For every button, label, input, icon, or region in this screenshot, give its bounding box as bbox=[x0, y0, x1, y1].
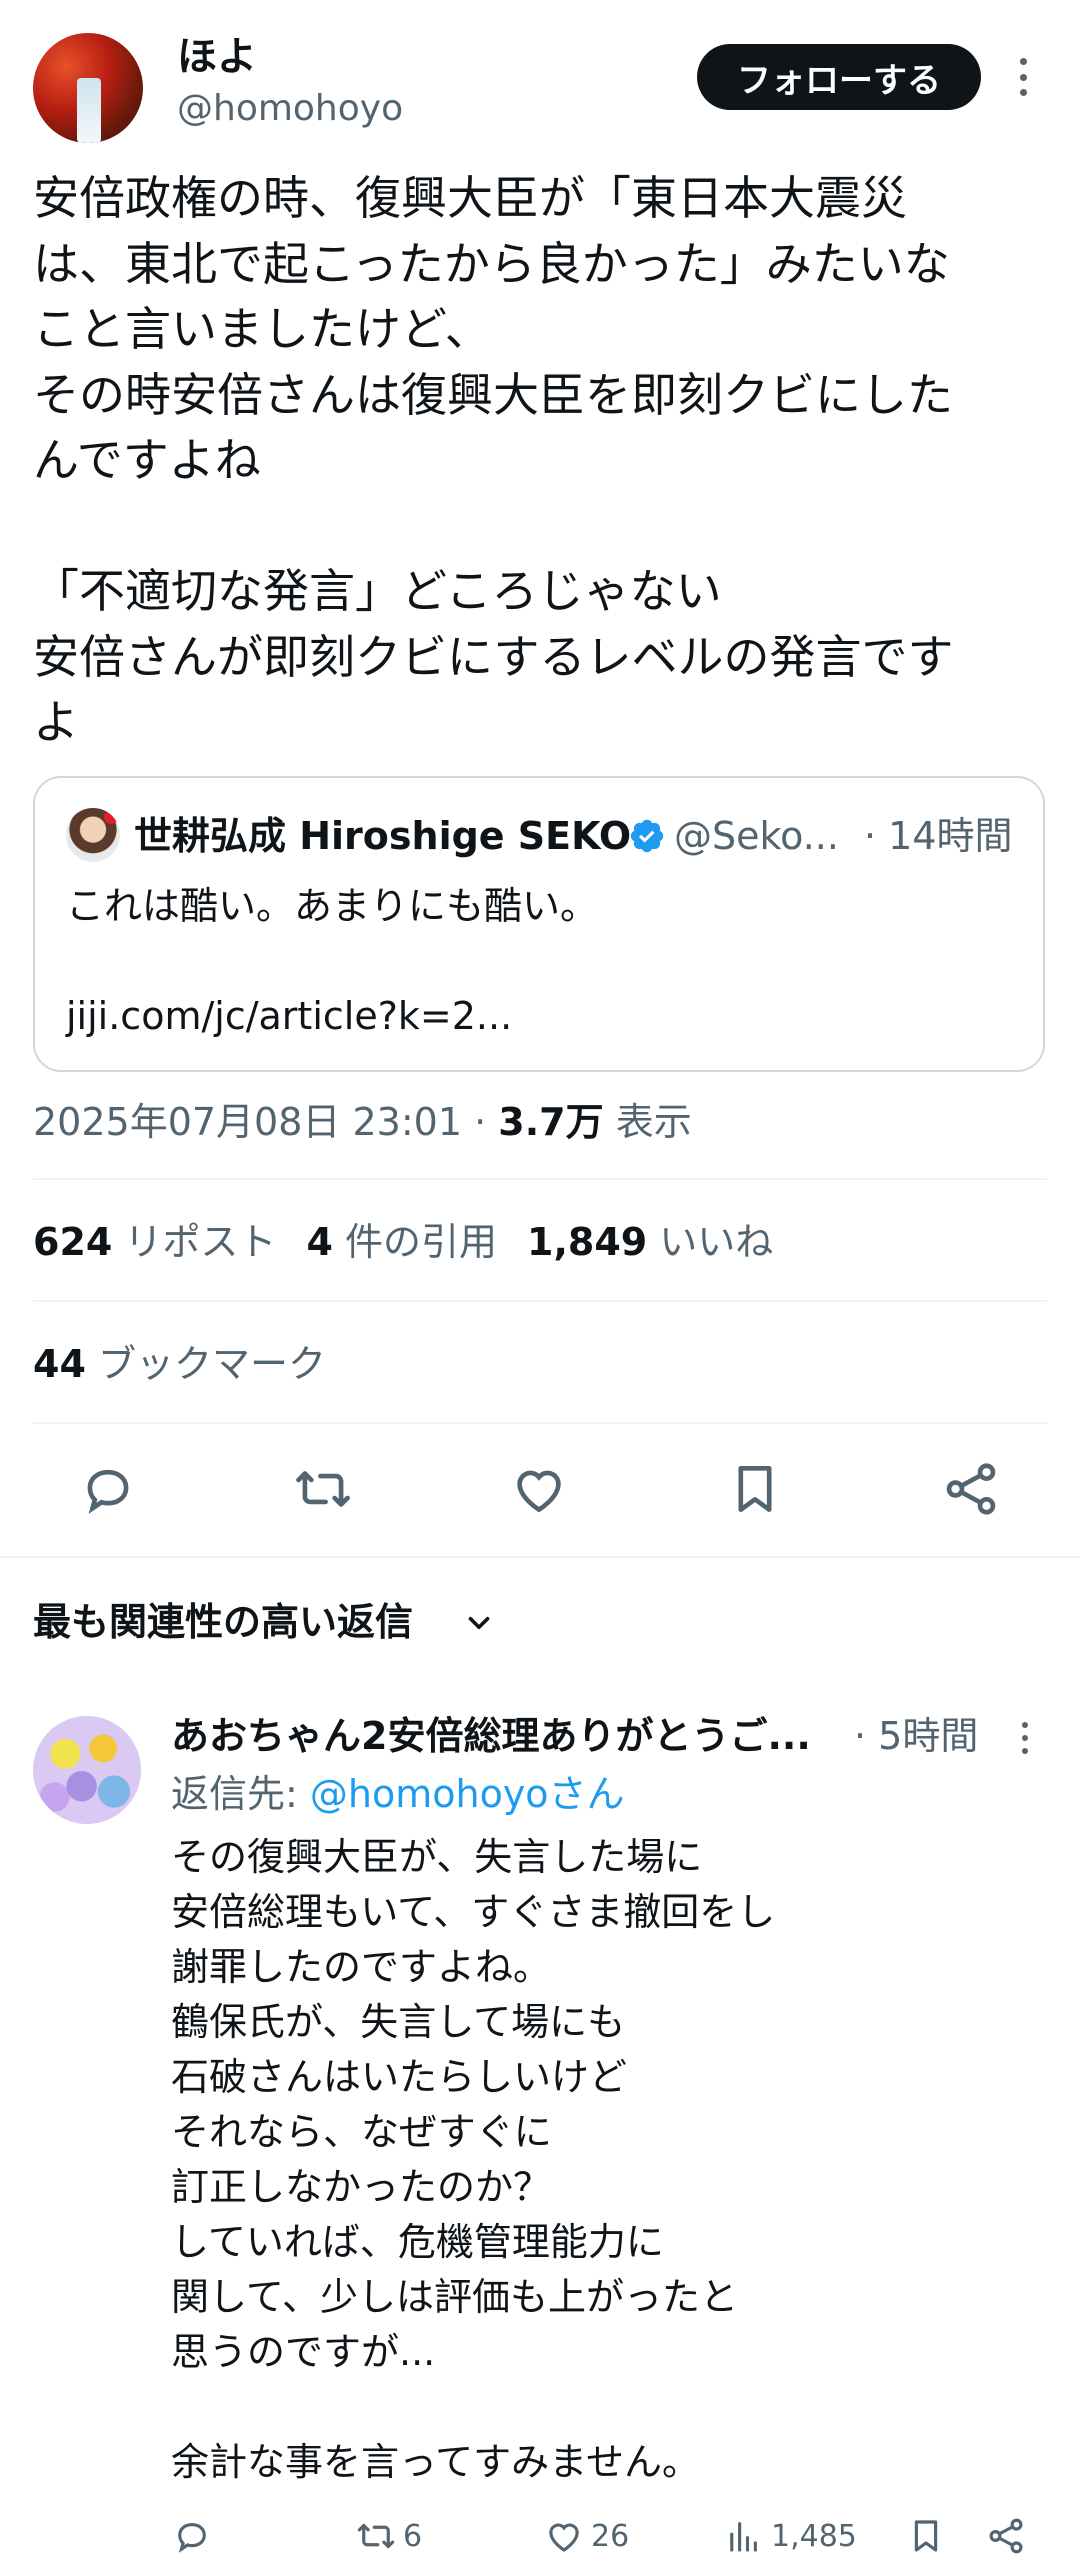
engagement-stats: 624 リポスト 4 件の引用 1,849 いいね bbox=[33, 1214, 773, 1270]
reply-to-prefix: 返信先: bbox=[171, 1772, 310, 1816]
tweet-timestamp[interactable]: 2025年07月08日 23:01 bbox=[33, 1100, 462, 1144]
reply-like-count: 26 bbox=[591, 2518, 630, 2554]
meta-separator: · bbox=[474, 1100, 487, 1144]
analytics-icon bbox=[730, 2522, 757, 2552]
follow-button[interactable]: フォローする bbox=[697, 44, 981, 110]
reply-like-button[interactable]: 26 bbox=[543, 2508, 629, 2564]
author-handle[interactable]: @homohoyo bbox=[177, 86, 403, 132]
replies-sort-label[interactable]: 最も関連性の高い返信 bbox=[33, 1594, 413, 1650]
tweet-meta: 2025年07月08日 23:01 · 3.7万 表示 bbox=[33, 1094, 692, 1150]
reply-text: その復興大臣が、失言した場に 安倍総理もいて、すぐさま撤回をし 謝罪したのですよ… bbox=[171, 1835, 776, 2484]
reply-repost-button[interactable]: 6 bbox=[355, 2508, 422, 2564]
author-name[interactable]: ほよ bbox=[177, 32, 257, 82]
reply-timestamp[interactable]: · 5時間 bbox=[854, 1708, 978, 1764]
verified-badge-icon bbox=[630, 819, 664, 853]
author-avatar[interactable] bbox=[33, 33, 143, 143]
views-count: 3.7万 bbox=[498, 1100, 604, 1144]
tweet-text: 安倍政権の時、復興大臣が「東日本大震災 は、東北で起こったから良かった」みたいな… bbox=[33, 171, 954, 749]
views-label: 表示 bbox=[615, 1100, 692, 1144]
reply-more-options-icon[interactable] bbox=[1010, 1718, 1040, 1758]
reply-author-name[interactable]: あおちゃん2安倍総理ありがとうご... bbox=[171, 1708, 811, 1764]
reposts-stat[interactable]: 624 リポスト bbox=[33, 1220, 276, 1264]
reply-views-button[interactable]: 1,485 bbox=[723, 2508, 857, 2564]
repost-icon[interactable] bbox=[292, 1458, 354, 1520]
bookmark-icon[interactable] bbox=[724, 1458, 786, 1520]
section-divider bbox=[0, 1556, 1080, 1558]
quoted-link[interactable]: jiji.com/jc/article?k=2... bbox=[66, 988, 512, 1044]
share-icon bbox=[989, 2518, 1023, 2554]
chevron-down-icon[interactable] bbox=[462, 1606, 496, 1640]
quoted-author-handle: @Seko... bbox=[674, 814, 839, 858]
reply-share-button[interactable] bbox=[985, 2508, 1033, 2564]
reply-repost-count: 6 bbox=[403, 2518, 423, 2554]
bookmark-icon bbox=[914, 2520, 938, 2552]
quotes-stat[interactable]: 4 件の引用 bbox=[306, 1220, 497, 1264]
bookmarks-stat[interactable]: 44 ブックマーク bbox=[33, 1336, 326, 1392]
reply-bookmark-button[interactable] bbox=[905, 2508, 953, 2564]
likes-stat[interactable]: 1,849 いいね bbox=[527, 1220, 773, 1264]
divider bbox=[33, 1300, 1047, 1302]
reply-icon[interactable] bbox=[77, 1458, 139, 1520]
reply-reply-button[interactable] bbox=[171, 2508, 219, 2564]
reply-author-avatar[interactable] bbox=[33, 1716, 141, 1824]
reply-icon bbox=[178, 2523, 206, 2553]
divider bbox=[33, 1422, 1047, 1424]
reply-to-line: 返信先: @homohoyoさん bbox=[171, 1766, 625, 1822]
quoted-timestamp: · 14時間 bbox=[864, 814, 1013, 858]
reply-views-count: 1,485 bbox=[771, 2518, 857, 2554]
share-icon[interactable] bbox=[940, 1458, 1002, 1520]
more-options-icon[interactable] bbox=[1008, 52, 1038, 102]
repost-icon bbox=[357, 2523, 395, 2549]
quoted-author-avatar bbox=[66, 808, 120, 862]
like-icon bbox=[549, 2523, 579, 2552]
divider bbox=[33, 1178, 1047, 1180]
quoted-author-name: 世耕弘成 Hiroshige SEKO bbox=[134, 814, 632, 858]
reply-to-handle[interactable]: @homohoyoさん bbox=[310, 1772, 625, 1816]
like-icon[interactable] bbox=[508, 1458, 570, 1520]
quoted-text: これは酷い。あまりにも酷い。 bbox=[66, 884, 599, 928]
